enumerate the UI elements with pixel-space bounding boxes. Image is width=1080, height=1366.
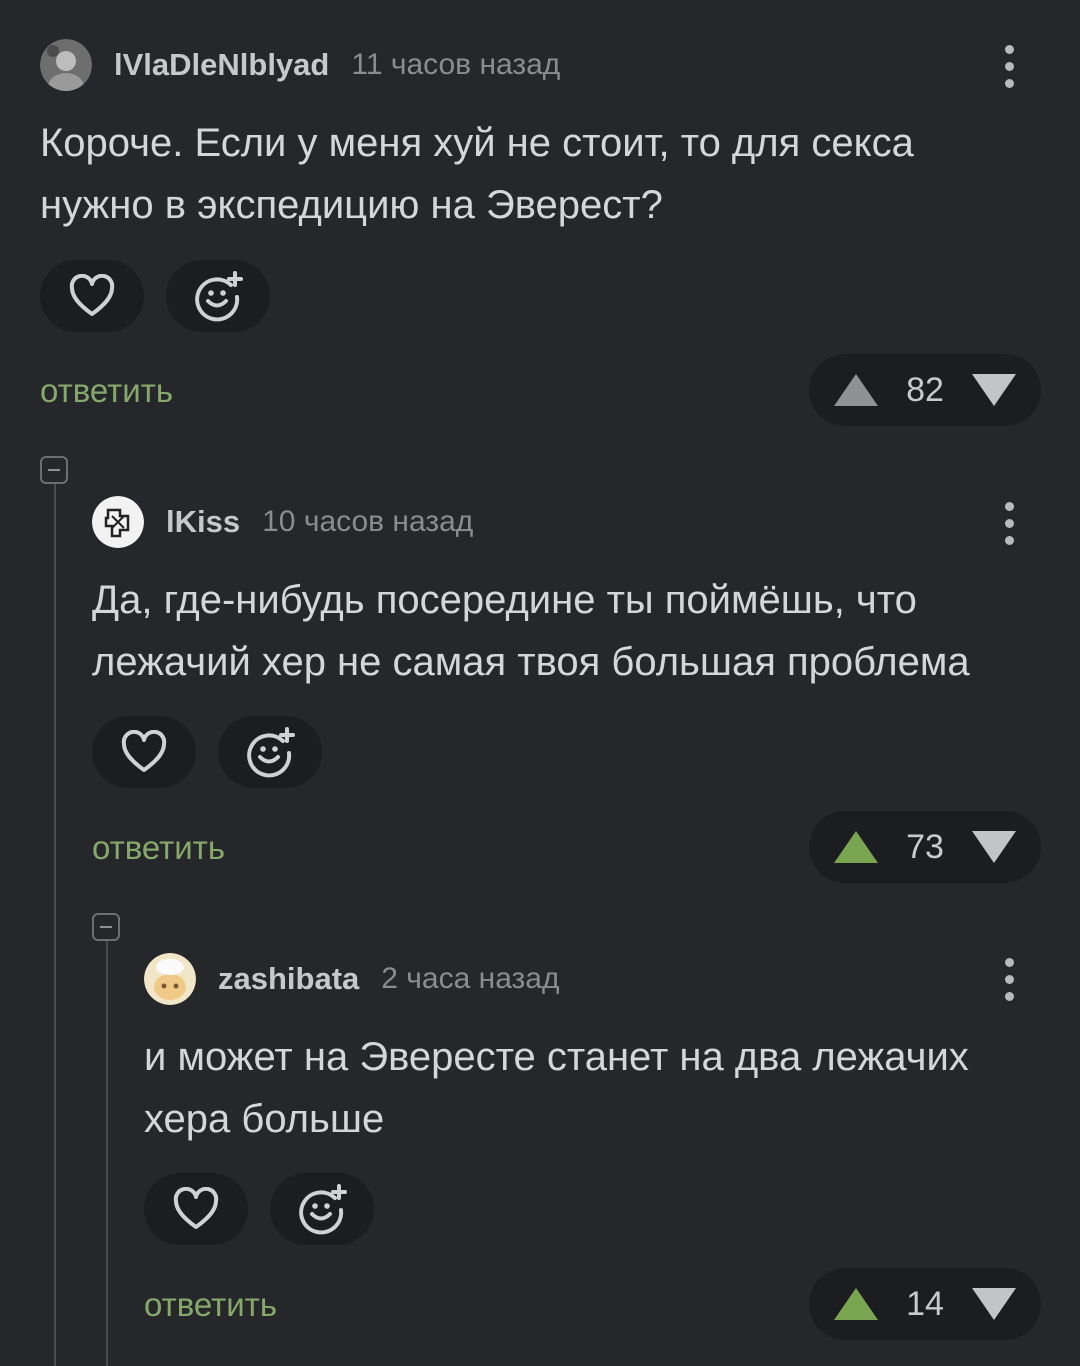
comment-header: lKiss 10 часов назад xyxy=(92,494,473,550)
triangle-up-icon[interactable] xyxy=(833,830,879,864)
vote-count: 14 xyxy=(906,1284,944,1323)
heart-icon xyxy=(173,1187,219,1229)
heart-icon xyxy=(69,274,115,316)
like-button[interactable] xyxy=(92,716,196,788)
heart-icon xyxy=(121,730,167,772)
more-vertical-icon[interactable] xyxy=(1002,45,1016,93)
username[interactable]: lKiss xyxy=(166,504,240,540)
comment-text: и может на Эвересте станет на два лежачи… xyxy=(144,1026,969,1150)
timestamp: 11 часов назад xyxy=(351,48,561,81)
triangle-down-icon[interactable] xyxy=(971,373,1017,407)
triangle-down-icon[interactable] xyxy=(971,1287,1017,1321)
collapse-minus-icon[interactable] xyxy=(40,456,68,484)
avatar[interactable] xyxy=(40,39,92,91)
smiley-plus-icon xyxy=(299,1184,347,1235)
smiley-plus-icon xyxy=(247,727,295,778)
comment-text: Короче. Если у меня хуй не стоит, то для… xyxy=(40,112,914,236)
comment-text-line: нужно в экспедицию на Эверест? xyxy=(40,183,663,227)
more-vertical-icon[interactable] xyxy=(1002,502,1016,550)
username[interactable]: lVlaDleNlblyad xyxy=(114,47,329,83)
triangle-down-icon[interactable] xyxy=(971,830,1017,864)
vote-control: 14 xyxy=(809,1268,1041,1340)
vote-control: 73 xyxy=(809,811,1041,883)
reply-button[interactable]: ответить xyxy=(144,1286,277,1324)
username[interactable]: zashibata xyxy=(218,961,359,997)
reply-button[interactable]: ответить xyxy=(40,372,173,410)
thread-line-level-1 xyxy=(54,484,56,1366)
comment-header: zashibata 2 часа назад xyxy=(144,951,560,1007)
avatar[interactable] xyxy=(144,953,196,1005)
vote-count: 82 xyxy=(906,370,944,409)
comment-text-line: хера больше xyxy=(144,1097,385,1141)
react-button[interactable] xyxy=(166,260,270,332)
triangle-up-icon[interactable] xyxy=(833,373,879,407)
vote-control: 82 xyxy=(809,354,1041,426)
timestamp: 10 часов назад xyxy=(262,505,474,538)
more-vertical-icon[interactable] xyxy=(1002,958,1016,1006)
avatar[interactable] xyxy=(92,496,144,548)
react-button[interactable] xyxy=(270,1173,374,1245)
timestamp: 2 часа назад xyxy=(381,962,560,995)
thread-line-level-2 xyxy=(106,941,108,1366)
comment-text-line: Короче. Если у меня хуй не стоит, то для… xyxy=(40,121,914,165)
triangle-up-icon[interactable] xyxy=(833,1287,879,1321)
comment-header: lVlaDleNlblyad 11 часов назад xyxy=(40,37,560,93)
smiley-plus-icon xyxy=(195,271,243,322)
like-button[interactable] xyxy=(144,1173,248,1245)
collapse-minus-icon[interactable] xyxy=(92,913,120,941)
comment-text-line: Да, где-нибудь посередине ты поймёшь, чт… xyxy=(92,578,917,622)
react-button[interactable] xyxy=(218,716,322,788)
comment-text: Да, где-нибудь посередине ты поймёшь, чт… xyxy=(92,569,970,693)
like-button[interactable] xyxy=(40,260,144,332)
vote-count: 73 xyxy=(906,827,944,866)
comment-text-line: лежачий хер не самая твоя большая пробле… xyxy=(92,640,970,684)
reply-button[interactable]: ответить xyxy=(92,829,225,867)
comment-text-line: и может на Эвересте станет на два лежачи… xyxy=(144,1035,969,1079)
